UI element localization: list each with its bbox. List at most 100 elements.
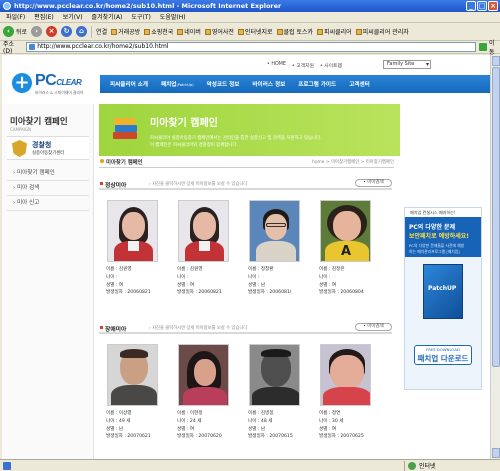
banner-title: 미아찾기 캠페인: [150, 118, 218, 129]
side-menu-search[interactable]: › 미아 검색: [7, 181, 89, 196]
family-site-select[interactable]: Family Site: [383, 60, 431, 69]
card-gender: 성별 : 여: [177, 426, 195, 432]
go-button[interactable]: 이동: [479, 38, 500, 56]
maximize-icon[interactable]: □: [477, 1, 487, 11]
card-date: 발생일자 : 20070625: [319, 434, 364, 440]
folder-icon: [276, 28, 283, 35]
back-label: 뒤로: [16, 29, 28, 36]
logo-plus-icon: +: [12, 73, 32, 93]
missing-card[interactable]: 이름 : 이현정 나이 : 24 세 성별 : 여 발생일자 : 2007062…: [177, 344, 245, 441]
menu-file[interactable]: 파일(F): [6, 12, 25, 22]
ie-icon: [3, 2, 11, 10]
link-item[interactable]: 영어사전: [204, 27, 234, 36]
missing-search-button[interactable]: • 미아검색: [355, 323, 392, 331]
banner-desc: 이 캠페인은 피씨클리어와 경찰청이 함께합니다.: [150, 143, 238, 148]
missing-photo[interactable]: [249, 200, 300, 262]
card-name: 이름 : 정창환: [248, 267, 274, 272]
missing-photo[interactable]: [107, 344, 158, 406]
gnb-patchup[interactable]: 패치업(PatchUp): [161, 80, 194, 88]
scroll-thumb[interactable]: [492, 67, 500, 367]
ad-headline-accent: 보안패치로 예방하세요!: [409, 233, 470, 240]
missing-card[interactable]: 이름 : 김원영 나이 : 성별 : 여 발생일자 : 20060821: [177, 200, 245, 297]
scroll-up-icon[interactable]: [492, 56, 500, 66]
banner-desc: 피씨클리어 실종아동찾기 캠페인에서는 관리인을 통한 실종신고 및 검색을 지…: [150, 136, 322, 141]
side-nav-title: 미아찾기 캠페인: [10, 117, 68, 127]
breadcrumb: home > 미아찾기캠페인 > 미아찾기캠페인: [312, 160, 394, 165]
patchup-ad[interactable]: 패치업 컨설시스 폐지하는! PC의 다양한 문제 보안패치로 예방하세요! P…: [404, 207, 482, 390]
page-subheader: 미아찾기 캠페인 home > 미아찾기캠페인 > 미아찾기캠페인: [99, 158, 394, 168]
card-age: 나이 :: [319, 274, 331, 280]
card-date: 발생일자 : 20070621: [106, 434, 151, 440]
gnb-malware[interactable]: 악성코드 정보: [207, 80, 240, 88]
missing-photo[interactable]: A: [320, 200, 371, 262]
link-item[interactable]: 네이버: [177, 27, 201, 36]
menu-favorites[interactable]: 즐겨찾기(A): [92, 12, 123, 22]
minimize-icon[interactable]: _: [466, 1, 476, 11]
folder-icon: [111, 28, 118, 35]
close-icon[interactable]: ×: [488, 1, 498, 11]
card-gender: 성별 : 여: [319, 426, 337, 432]
section-header-normal: 정상미아 › 사진을 클릭하시면 상세 미아정보를 보실 수 있습니다. • 미…: [99, 178, 392, 190]
section-desc: › 사진을 클릭하시면 상세 미아정보를 보실 수 있습니다.: [149, 182, 249, 187]
link-item[interactable]: 피씨클리어 관리자: [355, 27, 409, 36]
menu-tools[interactable]: 도구(T): [131, 12, 150, 22]
link-item[interactable]: 클럽 토스카: [276, 27, 313, 36]
links-label: 연결: [96, 29, 108, 36]
gnb-support[interactable]: 고객센터: [349, 80, 370, 88]
section-desc: › 사진을 클릭하시면 상세 미아정보를 보실 수 있습니다.: [149, 326, 249, 331]
missing-search-button[interactable]: • 미아검색: [355, 179, 392, 187]
top-link-home[interactable]: • HOME: [267, 62, 286, 69]
missing-card[interactable]: 이름 : 이상열 나이 : 49 세 성별 : 남 발생일자 : 2007062…: [106, 344, 174, 441]
scroll-down-icon[interactable]: [492, 448, 500, 458]
download-label: 패치업 다운로드: [417, 354, 469, 363]
card-name: 이름 : 김정은: [319, 267, 345, 272]
stop-icon[interactable]: ×: [46, 26, 58, 37]
refresh-icon[interactable]: ↻: [61, 26, 73, 37]
ad-headline: PC의 다양한 문제: [409, 224, 456, 231]
link-item[interactable]: 거래공방: [111, 27, 140, 36]
site-logo[interactable]: + PCCLEAR 바이러스 & 스파이웨어 클리어: [12, 70, 112, 96]
home-icon[interactable]: ⌂: [76, 26, 88, 37]
link-item[interactable]: 쇼핑천국: [144, 27, 173, 36]
missing-photo[interactable]: [178, 344, 229, 406]
gnb-intro[interactable]: 피씨클리어 소개: [110, 80, 148, 88]
toolbar: ‹ 뒤로 › × ↻ ⌂ 연결 거래공방 쇼핑천국 네이버 영어사전 인터넷지로…: [0, 23, 500, 41]
missing-card[interactable]: 이름 : 김병봉 나이 : 48 세 성별 : 남 발생일자 : 2007061…: [248, 344, 316, 441]
missing-card[interactable]: 이름 : 김원영 나이 : 성별 : 여 발생일자 : 20060821: [106, 200, 174, 297]
folder-icon: [204, 28, 211, 35]
missing-card[interactable]: 이름 : 정연 나이 : 30 세 성별 : 여 발생일자 : 20070625: [319, 344, 387, 441]
vertical-scrollbar[interactable]: [490, 55, 500, 459]
back-arrow-icon: ‹: [3, 26, 14, 37]
missing-photo[interactable]: [320, 344, 371, 406]
missing-card[interactable]: A 이름 : 김정은 나이 : 성별 : 여 발생일자 : 20060804: [319, 200, 387, 297]
folder-icon: [177, 28, 184, 35]
card-gender: 성별 : 남: [106, 426, 124, 432]
side-menu-campaign[interactable]: › 미아찾기 캠페인: [7, 166, 89, 181]
side-menu-report[interactable]: › 미아 신고: [7, 196, 89, 211]
link-item[interactable]: 인터넷지로: [237, 27, 273, 36]
missing-card[interactable]: 이름 : 정창환 나이 : 성별 : 남 발생일자 : 2006081(: [248, 200, 316, 297]
card-age: 나이 : 30 세: [319, 418, 344, 424]
menu-edit[interactable]: 편집(E): [34, 12, 54, 22]
police-banner[interactable]: 경찰청 실종아동찾기센터: [7, 136, 89, 160]
download-button[interactable]: FREE DOWNLOAD 패치업 다운로드: [414, 345, 472, 365]
gnb-guide[interactable]: 프로그램 가이드: [298, 80, 336, 88]
card-age: 나이 : 49 세: [106, 418, 131, 424]
menu-help[interactable]: 도움말(H): [160, 12, 186, 22]
back-button[interactable]: ‹ 뒤로: [3, 26, 27, 37]
address-input[interactable]: http://www.pcclear.co.kr/home2/sub10.htm…: [26, 42, 477, 52]
top-link-support[interactable]: • 고객지원: [292, 62, 314, 69]
forward-arrow-icon[interactable]: ›: [31, 26, 43, 37]
missing-photo[interactable]: [107, 200, 158, 262]
top-link-sitemap[interactable]: • 사이트맵: [320, 62, 342, 69]
police-badge-icon: [12, 140, 27, 157]
card-date: 발생일자 : 2006081(: [248, 290, 292, 296]
menu-view[interactable]: 보기(V): [63, 12, 83, 22]
link-item[interactable]: 피씨클리어: [317, 27, 352, 36]
page-viewport: • HOME • 고객지원 • 사이트맵 Family Site + PCCLE…: [2, 55, 490, 459]
missing-photo[interactable]: [249, 344, 300, 406]
gnb-virus[interactable]: 바이러스 정보: [252, 80, 285, 88]
ad-headline-box: PC의 다양한 문제 보안패치로 예방하세요! PC의 다양한 문제들을 사전에…: [405, 217, 481, 257]
card-gender: 성별 : 여: [106, 282, 124, 288]
missing-photo[interactable]: [178, 200, 229, 262]
